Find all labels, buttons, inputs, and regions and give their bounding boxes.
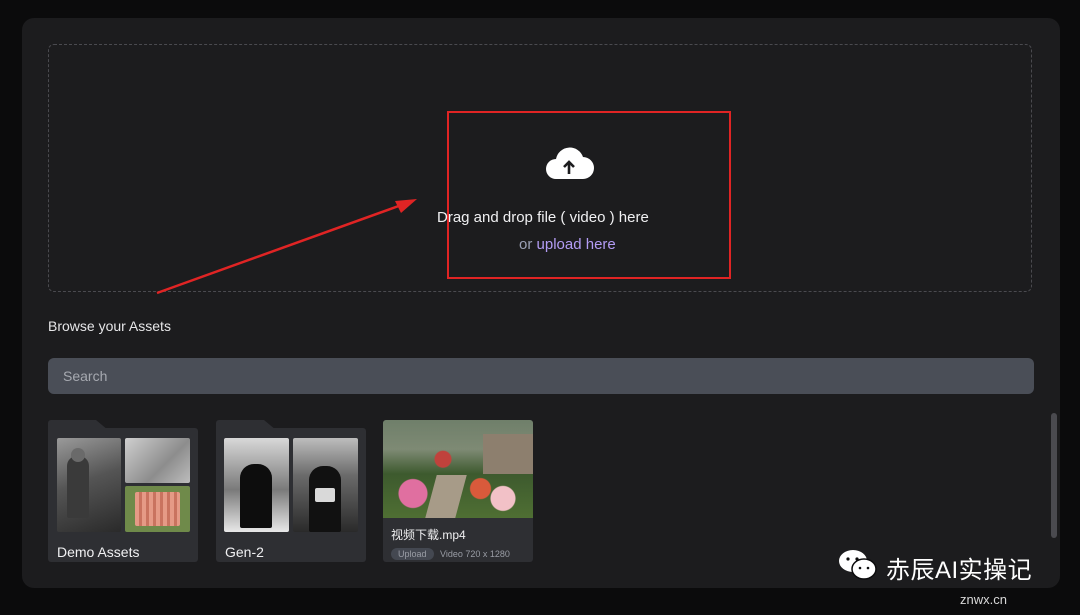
- video-meta: Video 720 x 1280: [440, 549, 510, 559]
- cloud-upload-icon[interactable]: [544, 145, 594, 185]
- watermark-site: znwx.cn: [960, 592, 1007, 607]
- video-asset-card[interactable]: 视频下载.mp4 Upload Video 720 x 1280: [383, 420, 533, 562]
- wechat-icon: [839, 550, 877, 580]
- annotation-arrow: [156, 199, 417, 295]
- folder-label: Gen-2: [225, 544, 264, 560]
- watermark-name: 赤辰AI实操记: [886, 557, 1033, 584]
- video-thumbnail: [383, 420, 533, 518]
- upload-badge: Upload: [391, 548, 434, 560]
- drop-instruction: Drag and drop file ( video ) here: [437, 209, 649, 226]
- scrollbar[interactable]: [1051, 413, 1057, 538]
- upload-line: or upload here: [519, 236, 616, 253]
- file-dropzone[interactable]: Drag and drop file ( video ) here or upl…: [48, 44, 1032, 295]
- folder-body: [48, 428, 198, 562]
- annotation-highlight-box: [447, 111, 731, 279]
- browse-assets-heading: Browse your Assets: [48, 318, 171, 334]
- folder-gen-2[interactable]: Gen-2: [216, 420, 366, 562]
- thumbnail-image: [125, 438, 190, 483]
- thumbnail-image: [293, 438, 358, 532]
- video-filename: 视频下载.mp4: [391, 528, 466, 542]
- upload-panel: Drag and drop file ( video ) here or upl…: [22, 18, 1060, 588]
- search-input[interactable]: [48, 358, 1034, 394]
- folder-body: [216, 428, 366, 562]
- thumbnail-image: [125, 486, 190, 532]
- or-text: or: [519, 236, 533, 253]
- thumbnail-image: [57, 438, 121, 532]
- thumbnail-image: [224, 438, 289, 532]
- upload-here-link[interactable]: upload here: [537, 236, 616, 253]
- folder-demo-assets[interactable]: Demo Assets: [48, 420, 198, 562]
- folder-label: Demo Assets: [57, 544, 140, 560]
